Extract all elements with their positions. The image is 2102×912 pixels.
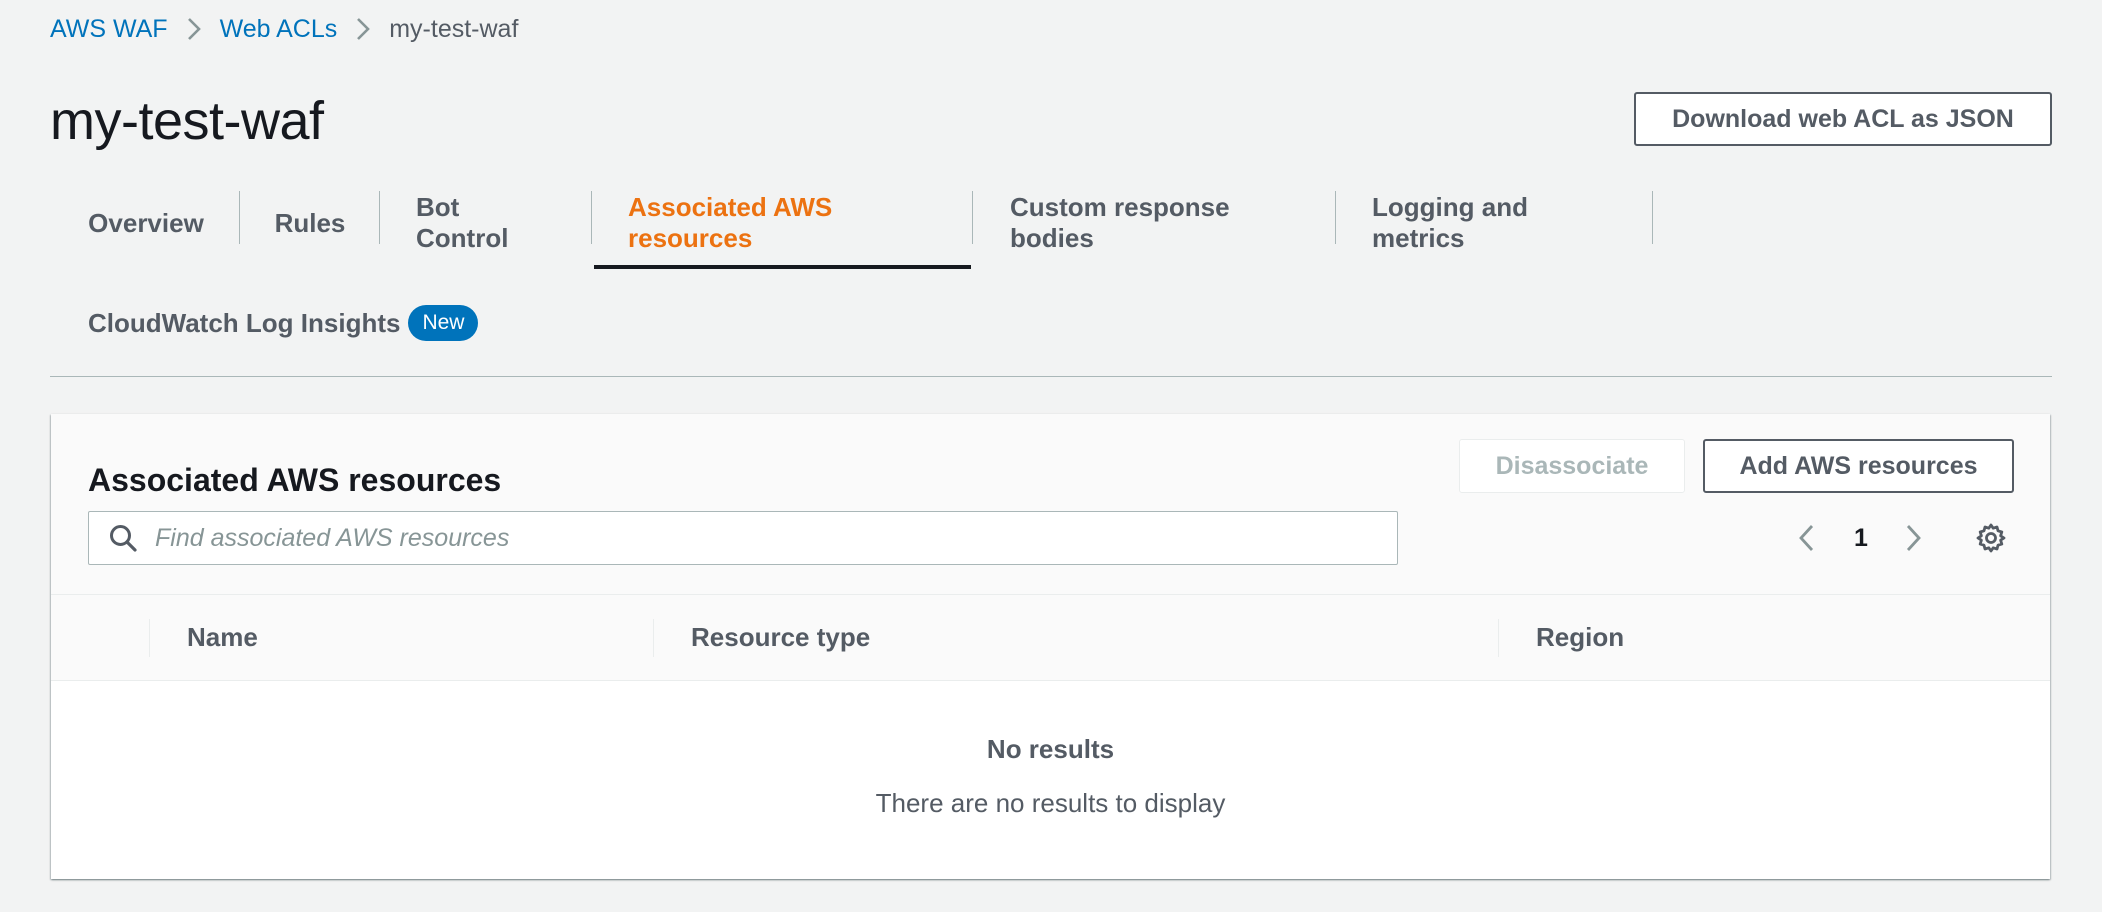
tab-label: CloudWatch Log Insights: [88, 307, 401, 338]
active-tab-indicator: [594, 265, 971, 269]
column-divider: [653, 619, 654, 657]
panel-title: Associated AWS resources: [88, 462, 502, 498]
tab-custom-response-bodies[interactable]: Custom response bodies: [1010, 188, 1298, 258]
table-header: Name Resource type Region: [51, 594, 2050, 681]
tab-overview[interactable]: Overview: [88, 188, 204, 258]
breadcrumb-current: my-test-waf: [389, 14, 519, 43]
page-title: my-test-waf: [50, 91, 324, 151]
empty-state-description: There are no results to display: [875, 788, 1226, 818]
tab-associated-aws-resources[interactable]: Associated AWS resources: [628, 188, 938, 258]
column-divider: [1498, 619, 1499, 657]
chevron-right-icon: [337, 12, 389, 46]
page-number[interactable]: 1: [1846, 520, 1876, 556]
panel-header: Associated AWS resources Disassociate Ad…: [51, 414, 2050, 594]
associated-resources-panel: Associated AWS resources Disassociate Ad…: [51, 414, 2050, 879]
new-badge: New: [408, 305, 479, 341]
tab-rules[interactable]: Rules: [275, 188, 346, 258]
chevron-left-icon[interactable]: [1791, 520, 1821, 556]
tab-divider: [972, 191, 973, 244]
search-icon: [105, 520, 141, 556]
breadcrumb: AWS WAF Web ACLs my-test-waf: [50, 12, 518, 46]
disassociate-button[interactable]: Disassociate: [1459, 439, 1685, 493]
chevron-right-icon[interactable]: [1899, 520, 1929, 556]
tabs-divider-line: [50, 376, 2052, 377]
column-header-name[interactable]: Name: [187, 595, 258, 680]
download-json-button[interactable]: Download web ACL as JSON: [1634, 92, 2052, 146]
search-field[interactable]: [88, 511, 1398, 565]
gear-icon[interactable]: [1974, 521, 2008, 555]
tab-divider: [1652, 191, 1653, 244]
empty-state-title: No results: [986, 734, 1115, 764]
column-header-region[interactable]: Region: [1536, 595, 1624, 680]
column-divider: [149, 619, 150, 657]
breadcrumb-link-web-acls[interactable]: Web ACLs: [220, 15, 338, 44]
add-aws-resources-button[interactable]: Add AWS resources: [1703, 439, 2014, 493]
column-header-resource-type[interactable]: Resource type: [691, 595, 870, 680]
search-input[interactable]: [153, 513, 1397, 563]
tab-bot-control[interactable]: Bot Control: [416, 188, 556, 258]
chevron-right-icon: [168, 12, 220, 46]
tab-divider: [1335, 191, 1336, 244]
tab-logging-and-metrics[interactable]: Logging and metrics: [1372, 188, 1618, 258]
breadcrumb-link-aws-waf[interactable]: AWS WAF: [50, 15, 168, 44]
tab-divider: [379, 191, 380, 244]
tab-divider: [239, 191, 240, 244]
tab-cloudwatch-log-insights[interactable]: CloudWatch Log Insights New: [88, 303, 479, 343]
tab-divider: [591, 191, 592, 244]
